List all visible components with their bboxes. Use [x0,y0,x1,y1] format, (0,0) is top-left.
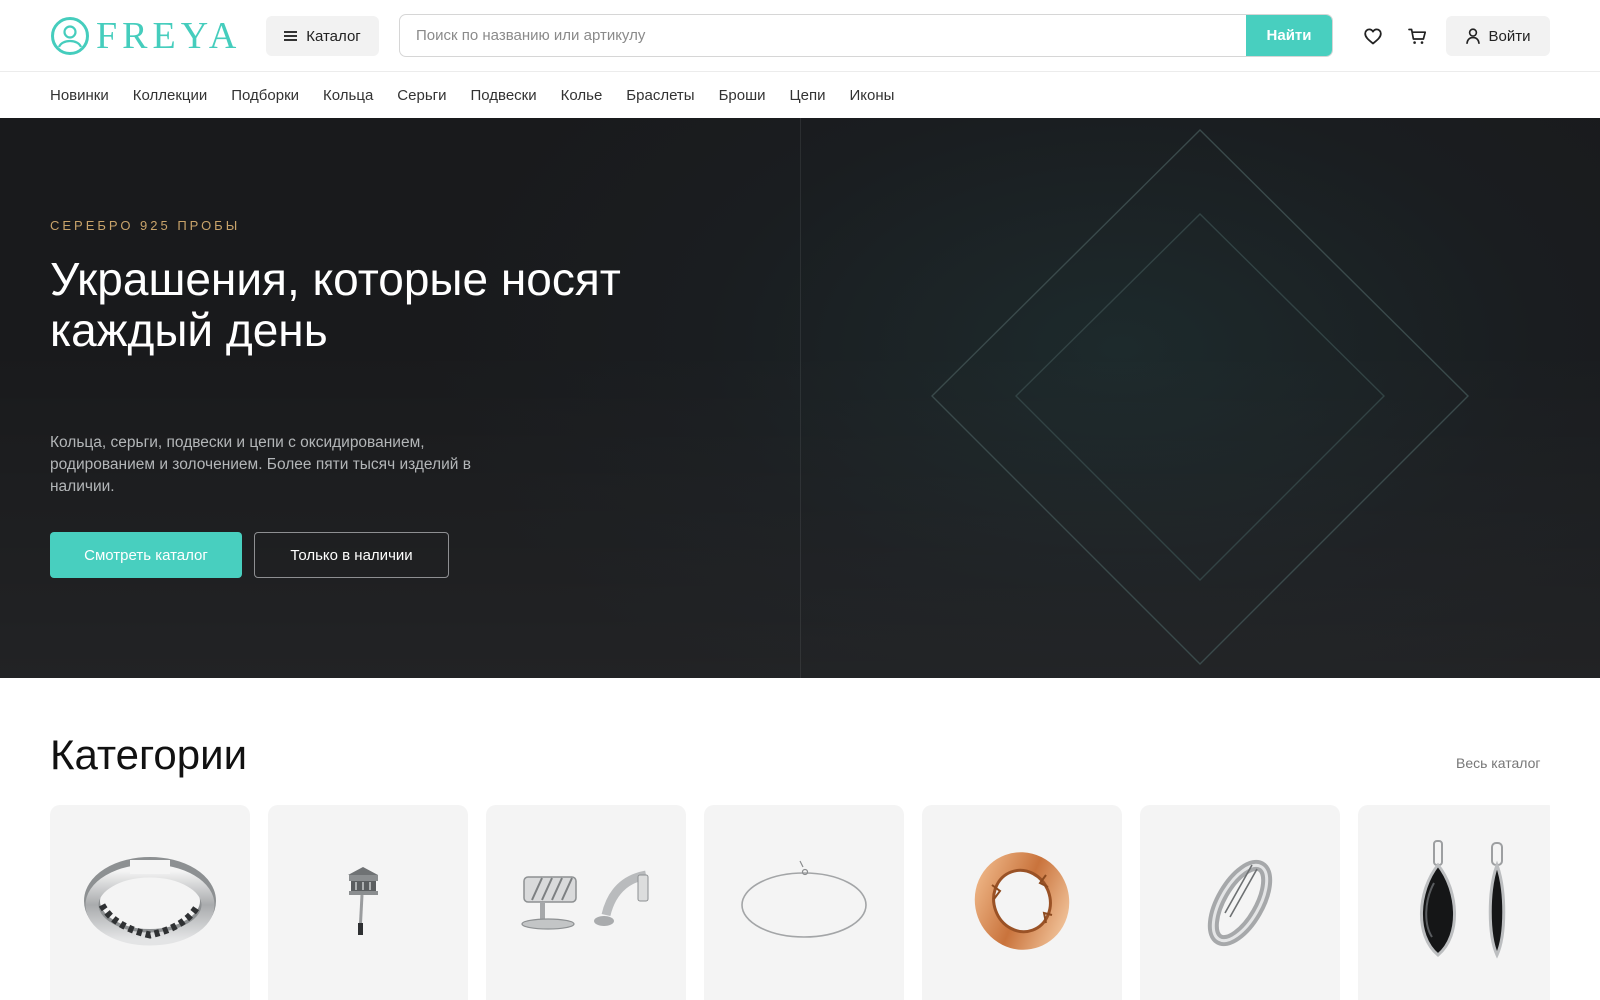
logo-icon [51,17,89,55]
category-card-bracelets[interactable] [50,805,250,1000]
nav-item-brooches[interactable]: Броши [719,87,766,104]
nav-item-chains[interactable]: Цепи [790,87,826,104]
login-button[interactable]: Войти [1446,16,1550,56]
category-cards [50,805,1550,1000]
heart-icon [1364,28,1382,44]
nav-item-rings[interactable]: Кольца [323,87,373,104]
logo[interactable]: FREYA [50,15,241,57]
favorites-button[interactable] [1359,22,1387,50]
category-card-silver-rings[interactable] [1140,805,1340,1000]
hero-eyebrow: СЕРЕБРО 925 ПРОБЫ [50,218,241,233]
nav-item-earrings[interactable]: Серьги [397,87,446,104]
nav-item-collections[interactable]: Коллекции [133,87,208,104]
ring-gold-image [974,852,1070,950]
header: FREYA Каталог Найти Войти [0,0,1600,72]
diamond-outline-decoration [931,129,1469,665]
chain-image [741,860,867,938]
cufflinks-image [521,870,649,930]
category-card-brooches[interactable] [268,805,468,1000]
nav-item-pendants[interactable]: Подвески [470,87,536,104]
hero-title: Украшения, которые носят каждый день [50,253,621,356]
category-nav: Новинки Коллекции Подборки Кольца Серьги… [0,72,1600,118]
cart-icon [1407,28,1426,44]
search-bar: Найти [399,14,1333,57]
user-icon [1465,28,1480,44]
hero-description: Кольца, серьги, подвески и цепи с оксиди… [50,434,471,495]
nav-item-new[interactable]: Новинки [50,87,109,104]
nav-item-selections[interactable]: Подборки [231,87,299,104]
menu-icon [284,31,298,41]
hero-banner: СЕРЕБРО 925 ПРОБЫ Украшения, которые нос… [0,118,1600,678]
logo-text: FREYA [96,15,242,57]
category-card-pendants[interactable] [1358,805,1550,1000]
category-card-chains[interactable] [704,805,904,1000]
ring-silver-image [1207,859,1273,947]
nav-item-necklaces[interactable]: Колье [561,87,603,104]
in-stock-only-button[interactable]: Только в наличии [254,532,449,578]
nav-item-icons[interactable]: Иконы [849,87,894,104]
catalog-button[interactable]: Каталог [266,16,379,56]
categories-title: Категории [50,731,248,778]
pendant-image [1420,840,1506,959]
catalog-button-label: Каталог [306,27,361,45]
search-button[interactable]: Найти [1246,15,1332,56]
category-card-cufflinks[interactable] [486,805,686,1000]
search-input[interactable] [400,15,1248,56]
login-button-label: Войти [1488,27,1531,45]
view-catalog-button[interactable]: Смотреть каталог [50,532,242,578]
nav-item-bracelets[interactable]: Браслеты [626,87,694,104]
brooch-image [348,867,378,935]
bracelet-image [84,857,216,946]
cart-button[interactable] [1403,22,1431,50]
all-catalog-link[interactable]: Весь каталог [1456,755,1540,771]
category-card-rings[interactable] [922,805,1122,1000]
